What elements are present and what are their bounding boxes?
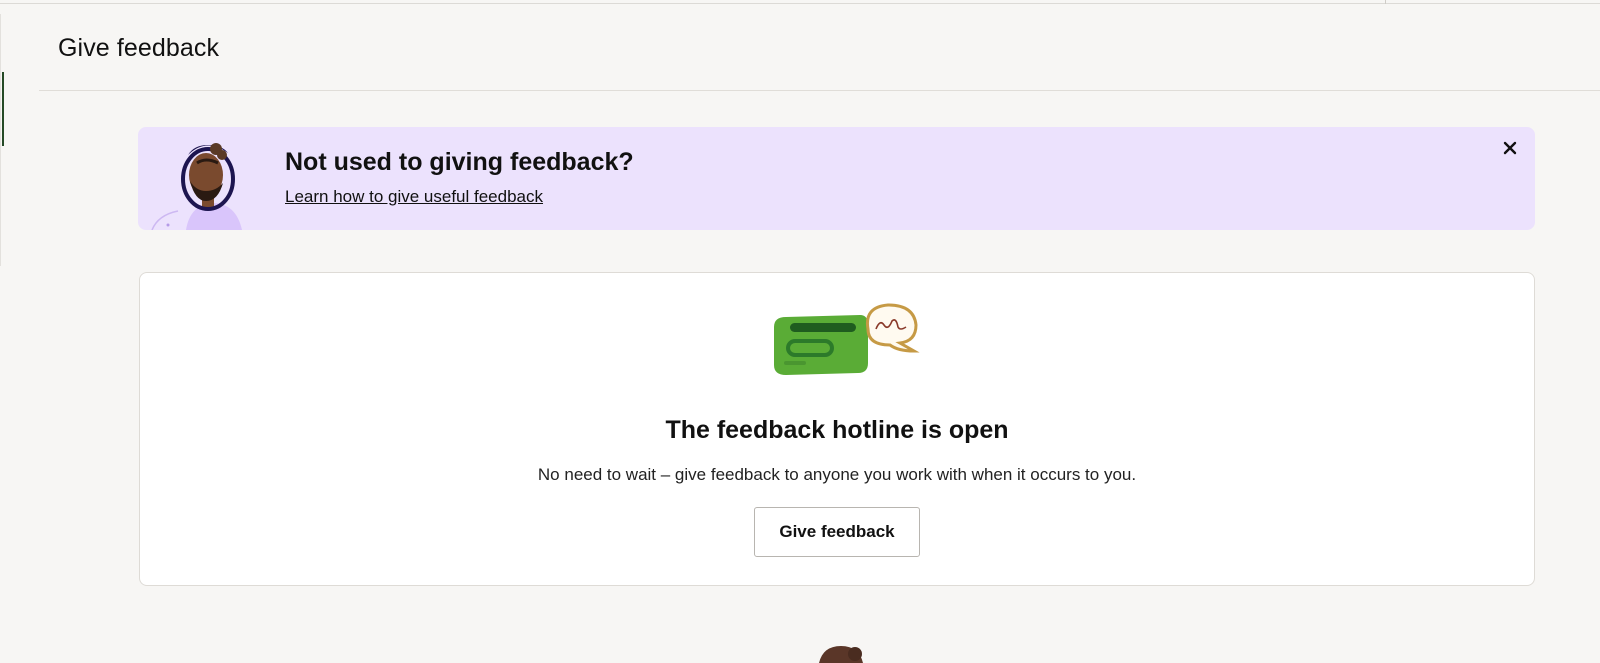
page-header: Give feedback bbox=[39, 4, 1600, 91]
learn-feedback-link[interactable]: Learn how to give useful feedback bbox=[285, 187, 543, 207]
page-title: Give feedback bbox=[58, 34, 220, 62]
feedback-hotline-card: The feedback hotline is open No need to … bbox=[139, 272, 1535, 586]
close-icon bbox=[1503, 141, 1517, 155]
feedback-tips-banner: Not used to giving feedback? Learn how t… bbox=[138, 127, 1535, 230]
card-description: No need to wait – give feedback to anyon… bbox=[537, 465, 1137, 484]
give-feedback-button[interactable]: Give feedback bbox=[754, 507, 920, 557]
banner-close-button[interactable] bbox=[1499, 137, 1521, 159]
banner-title: Not used to giving feedback? bbox=[285, 148, 634, 176]
card-title: The feedback hotline is open bbox=[665, 416, 1009, 444]
chat-bubbles-icon bbox=[774, 303, 920, 375]
person-illustration-icon bbox=[819, 646, 863, 663]
person-illustration-icon bbox=[151, 143, 242, 230]
left-rail-active-indicator bbox=[0, 72, 4, 146]
